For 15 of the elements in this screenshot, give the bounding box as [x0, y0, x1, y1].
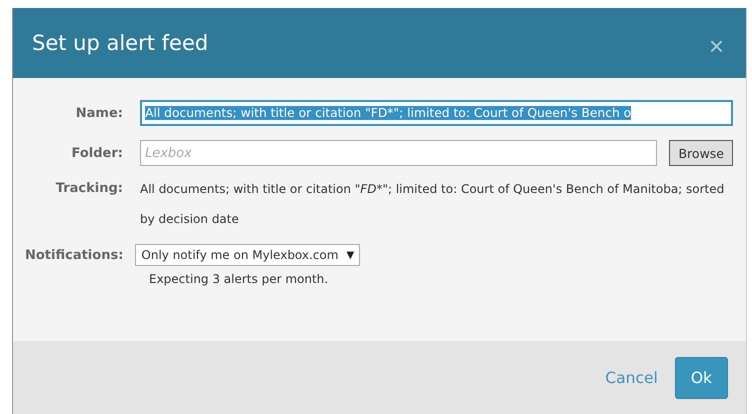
folder-field[interactable]: Lexbox: [140, 140, 658, 166]
close-button[interactable]: ×: [706, 33, 726, 59]
folder-label: Folder:: [70, 146, 123, 160]
tracking-label: Tracking:: [54, 180, 123, 198]
cancel-link[interactable]: Cancel: [605, 356, 658, 398]
notifications-dropdown[interactable]: Only notify me on Mylexbox.com ▼: [135, 244, 360, 266]
alerts-estimate: Expecting 3 alerts per month.: [149, 272, 330, 286]
tracking-description: All documents; with title or citation "FD*"; limited to: Court of Queen's Bench of Manitoba; sorted by decision date: [140, 181, 726, 228]
ok-button[interactable]: Ok: [674, 356, 728, 398]
name-field[interactable]: All documents; with title or citation "FD*"; limited to: Court of Queen's Bench o: [140, 100, 733, 126]
browse-button[interactable]: Browse: [669, 140, 733, 166]
caret-icon: ▼: [346, 250, 354, 260]
dialog-title: Set up alert feed: [32, 31, 208, 55]
notifications-label: Notifications:: [24, 248, 124, 262]
name-label: Name:: [74, 106, 123, 120]
